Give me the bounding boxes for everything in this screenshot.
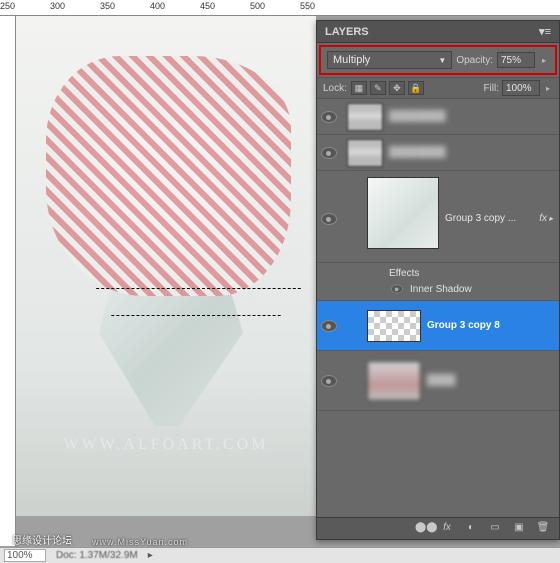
eye-icon[interactable] — [321, 320, 337, 332]
effect-label: Inner Shadow — [410, 284, 472, 295]
layer-label: Group 3 copy 8 — [427, 320, 500, 331]
ruler-tick: 400 — [150, 1, 165, 11]
credit-text: 思缘设计论坛 — [12, 532, 72, 547]
layer-label-blurred: ████████ — [389, 111, 446, 122]
opacity-flyout-icon[interactable]: ▸ — [539, 56, 549, 65]
fx-badge[interactable]: fx▸ — [539, 213, 553, 224]
opacity-label: Opacity: — [456, 55, 493, 66]
eye-icon[interactable] — [321, 375, 337, 387]
blend-mode-value: Multiply — [333, 54, 370, 66]
layer-row[interactable]: ████████ — [317, 135, 559, 171]
effects-title: Effects — [389, 266, 559, 281]
delete-layer-icon[interactable]: 🗑 — [535, 522, 551, 536]
blend-mode-select[interactable]: Multiply ▼ — [327, 51, 452, 69]
add-mask-icon[interactable]: ◐ — [463, 522, 479, 536]
fill-label: Fill: — [483, 83, 499, 94]
layer-label: Group 3 copy ... — [445, 213, 516, 224]
eye-icon[interactable] — [391, 285, 403, 294]
eye-icon[interactable] — [321, 147, 337, 159]
ruler-vertical — [0, 16, 16, 546]
lock-label: Lock: — [323, 83, 347, 94]
ruler-tick: 250 — [0, 1, 15, 11]
blend-opacity-highlight: Multiply ▼ Opacity: 75% ▸ — [319, 45, 557, 75]
marquee-selection — [76, 288, 321, 316]
lock-all-icon[interactable]: 🔒 — [408, 81, 424, 95]
lock-pixels-icon[interactable]: ✎ — [370, 81, 386, 95]
document-canvas[interactable]: www.Alfoart.com — [16, 16, 316, 516]
lock-position-icon[interactable]: ✥ — [389, 81, 405, 95]
layer-effects-block: Effects Inner Shadow — [317, 263, 559, 301]
layer-list: ████████ ████████ Group 3 copy ... fx▸ E… — [317, 99, 559, 411]
status-flyout-icon[interactable]: ▸ — [148, 550, 153, 561]
layer-label-blurred: ████ — [427, 375, 455, 386]
watermark-text: www.Alfoart.com — [36, 436, 296, 454]
artwork-iceberg — [46, 56, 291, 426]
eye-icon[interactable] — [321, 111, 337, 123]
new-layer-icon[interactable]: ▣ — [511, 522, 527, 536]
panel-tab-bar: LAYERS ▾≡ — [317, 21, 559, 43]
layer-row[interactable]: ████████ — [317, 99, 559, 135]
panel-title[interactable]: LAYERS — [325, 26, 369, 38]
layer-thumbnail[interactable] — [347, 139, 383, 167]
ruler-tick: 350 — [100, 1, 115, 11]
layer-thumbnail[interactable] — [367, 361, 421, 401]
layer-thumbnail[interactable] — [347, 103, 383, 131]
zoom-input[interactable]: 100% — [4, 549, 46, 562]
doc-size-label: Doc: 1.37M/32.9M — [56, 550, 138, 561]
effect-item[interactable]: Inner Shadow — [389, 281, 559, 297]
lock-transparency-icon[interactable]: ▦ — [351, 81, 367, 95]
ruler-horizontal: 250 300 350 400 450 500 550 — [0, 0, 560, 16]
ruler-tick: 300 — [50, 1, 65, 11]
credit-url: www.MissYuan.com — [92, 537, 188, 547]
panel-footer: ⬤⬤ fx ◐ ▭ ▣ 🗑 — [317, 517, 559, 539]
lock-row: Lock: ▦ ✎ ✥ 🔒 Fill: 100% ▸ — [317, 77, 559, 99]
panel-menu-icon[interactable]: ▾≡ — [539, 25, 551, 38]
new-group-icon[interactable]: ▭ — [487, 522, 503, 536]
eye-icon[interactable] — [321, 213, 337, 225]
caret-down-icon: ▼ — [438, 56, 446, 65]
layer-row-selected[interactable]: Group 3 copy 8 — [317, 301, 559, 351]
layers-panel: LAYERS ▾≡ Multiply ▼ Opacity: 75% ▸ Lock… — [316, 20, 560, 540]
layer-row[interactable]: ████ — [317, 351, 559, 411]
layer-thumbnail[interactable] — [367, 177, 439, 249]
fill-input[interactable]: 100% — [502, 80, 540, 96]
layer-thumbnail[interactable] — [367, 310, 421, 342]
opacity-input[interactable]: 75% — [497, 52, 535, 68]
fill-flyout-icon[interactable]: ▸ — [543, 84, 553, 93]
ruler-tick: 450 — [200, 1, 215, 11]
layer-row[interactable]: Group 3 copy ... fx▸ — [317, 171, 559, 263]
ruler-tick: 550 — [300, 1, 315, 11]
add-fx-icon[interactable]: fx — [439, 522, 455, 536]
link-layers-icon[interactable]: ⬤⬤ — [415, 522, 431, 536]
layer-label-blurred: ████████ — [389, 147, 446, 158]
ruler-tick: 500 — [250, 1, 265, 11]
status-bar: 100% Doc: 1.37M/32.9M ▸ — [0, 547, 560, 563]
selection-overlay-stripes — [46, 56, 291, 296]
